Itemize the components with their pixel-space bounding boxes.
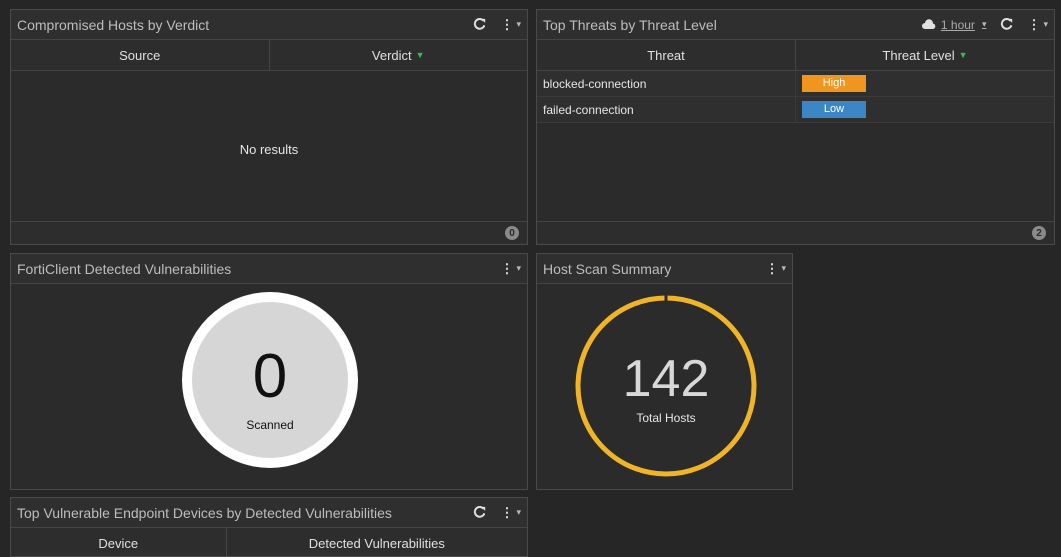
table-header: Threat Threat Level ▼ — [537, 40, 1054, 71]
widget-footer: 2 — [537, 221, 1054, 244]
scanned-gauge: 0 Scanned — [182, 292, 358, 468]
count-badge: 2 — [1032, 226, 1046, 240]
count-badge: 0 — [505, 226, 519, 240]
widget-footer: 0 — [11, 221, 527, 244]
widget-title: FortiClient Detected Vulnerabilities — [17, 260, 232, 277]
widget-header: Top Threats by Threat Level 1 hour ▾ ⋮ ▾ — [537, 10, 1054, 40]
cloud-icon — [921, 19, 936, 29]
column-header-verdict[interactable]: Verdict ▼ — [270, 40, 528, 70]
widget-header: Compromised Hosts by Verdict ⋮ ▾ — [11, 10, 527, 40]
table-header: Source Verdict ▼ — [11, 40, 527, 71]
threat-name: blocked-connection — [543, 76, 647, 91]
widget-title: Top Vulnerable Endpoint Devices by Detec… — [17, 504, 392, 521]
widget-header: Top Vulnerable Endpoint Devices by Detec… — [11, 498, 527, 528]
widget-title: Compromised Hosts by Verdict — [17, 16, 210, 33]
refresh-icon[interactable] — [1000, 18, 1013, 31]
scanned-label: Scanned — [246, 418, 293, 432]
table-row[interactable]: blocked-connection High — [537, 71, 1054, 97]
sort-caret-icon: ▼ — [415, 50, 425, 60]
widget-header: Host Scan Summary ⋮ ▾ — [537, 254, 792, 284]
threat-name: failed-connection — [543, 102, 634, 117]
column-header-detected-vulnerabilities[interactable]: Detected Vulnerabilities — [227, 528, 527, 556]
table-row[interactable]: failed-connection Low — [537, 97, 1054, 123]
refresh-icon[interactable] — [473, 18, 486, 31]
total-hosts-gauge: 142 Total Hosts — [575, 294, 757, 477]
menu-icon[interactable]: ⋮ ▾ — [500, 17, 521, 33]
widget-host-scan-summary: Host Scan Summary ⋮ ▾ 142 Total Hosts — [536, 253, 793, 490]
column-header-source[interactable]: Source — [11, 40, 270, 70]
total-hosts-value: 142 — [623, 350, 710, 408]
widget-header: FortiClient Detected Vulnerabilities ⋮ ▾ — [11, 254, 527, 284]
threat-level-badge: High — [802, 75, 866, 92]
column-header-threat[interactable]: Threat — [537, 40, 796, 70]
table-header: Device Detected Vulnerabilities — [11, 528, 527, 556]
widget-top-vulnerable-devices: Top Vulnerable Endpoint Devices by Detec… — [10, 497, 528, 557]
menu-icon[interactable]: ⋮ ▾ — [765, 261, 786, 277]
time-range-select[interactable]: 1 hour ▾ — [921, 18, 987, 32]
chevron-down-icon: ▾ — [981, 19, 987, 29]
column-header-device[interactable]: Device — [11, 528, 227, 556]
refresh-icon[interactable] — [473, 506, 486, 519]
threat-level-badge: Low — [802, 101, 866, 118]
widget-compromised-hosts: Compromised Hosts by Verdict ⋮ ▾ Source V… — [10, 9, 528, 245]
widget-title: Host Scan Summary — [543, 260, 672, 277]
widget-forticlient-vulnerabilities: FortiClient Detected Vulnerabilities ⋮ ▾ … — [10, 253, 528, 490]
menu-icon[interactable]: ⋮ ▾ — [1027, 17, 1048, 33]
sort-caret-icon: ▼ — [958, 50, 968, 60]
menu-icon[interactable]: ⋮ ▾ — [500, 261, 521, 277]
column-header-threat-level[interactable]: Threat Level ▼ — [796, 40, 1054, 70]
widget-title: Top Threats by Threat Level — [543, 16, 717, 33]
total-hosts-label: Total Hosts — [636, 411, 695, 425]
widget-top-threats: Top Threats by Threat Level 1 hour ▾ ⋮ ▾ T… — [536, 9, 1055, 245]
menu-icon[interactable]: ⋮ ▾ — [500, 505, 521, 521]
empty-state-text: No results — [239, 142, 299, 157]
scanned-value: 0 — [253, 342, 287, 411]
